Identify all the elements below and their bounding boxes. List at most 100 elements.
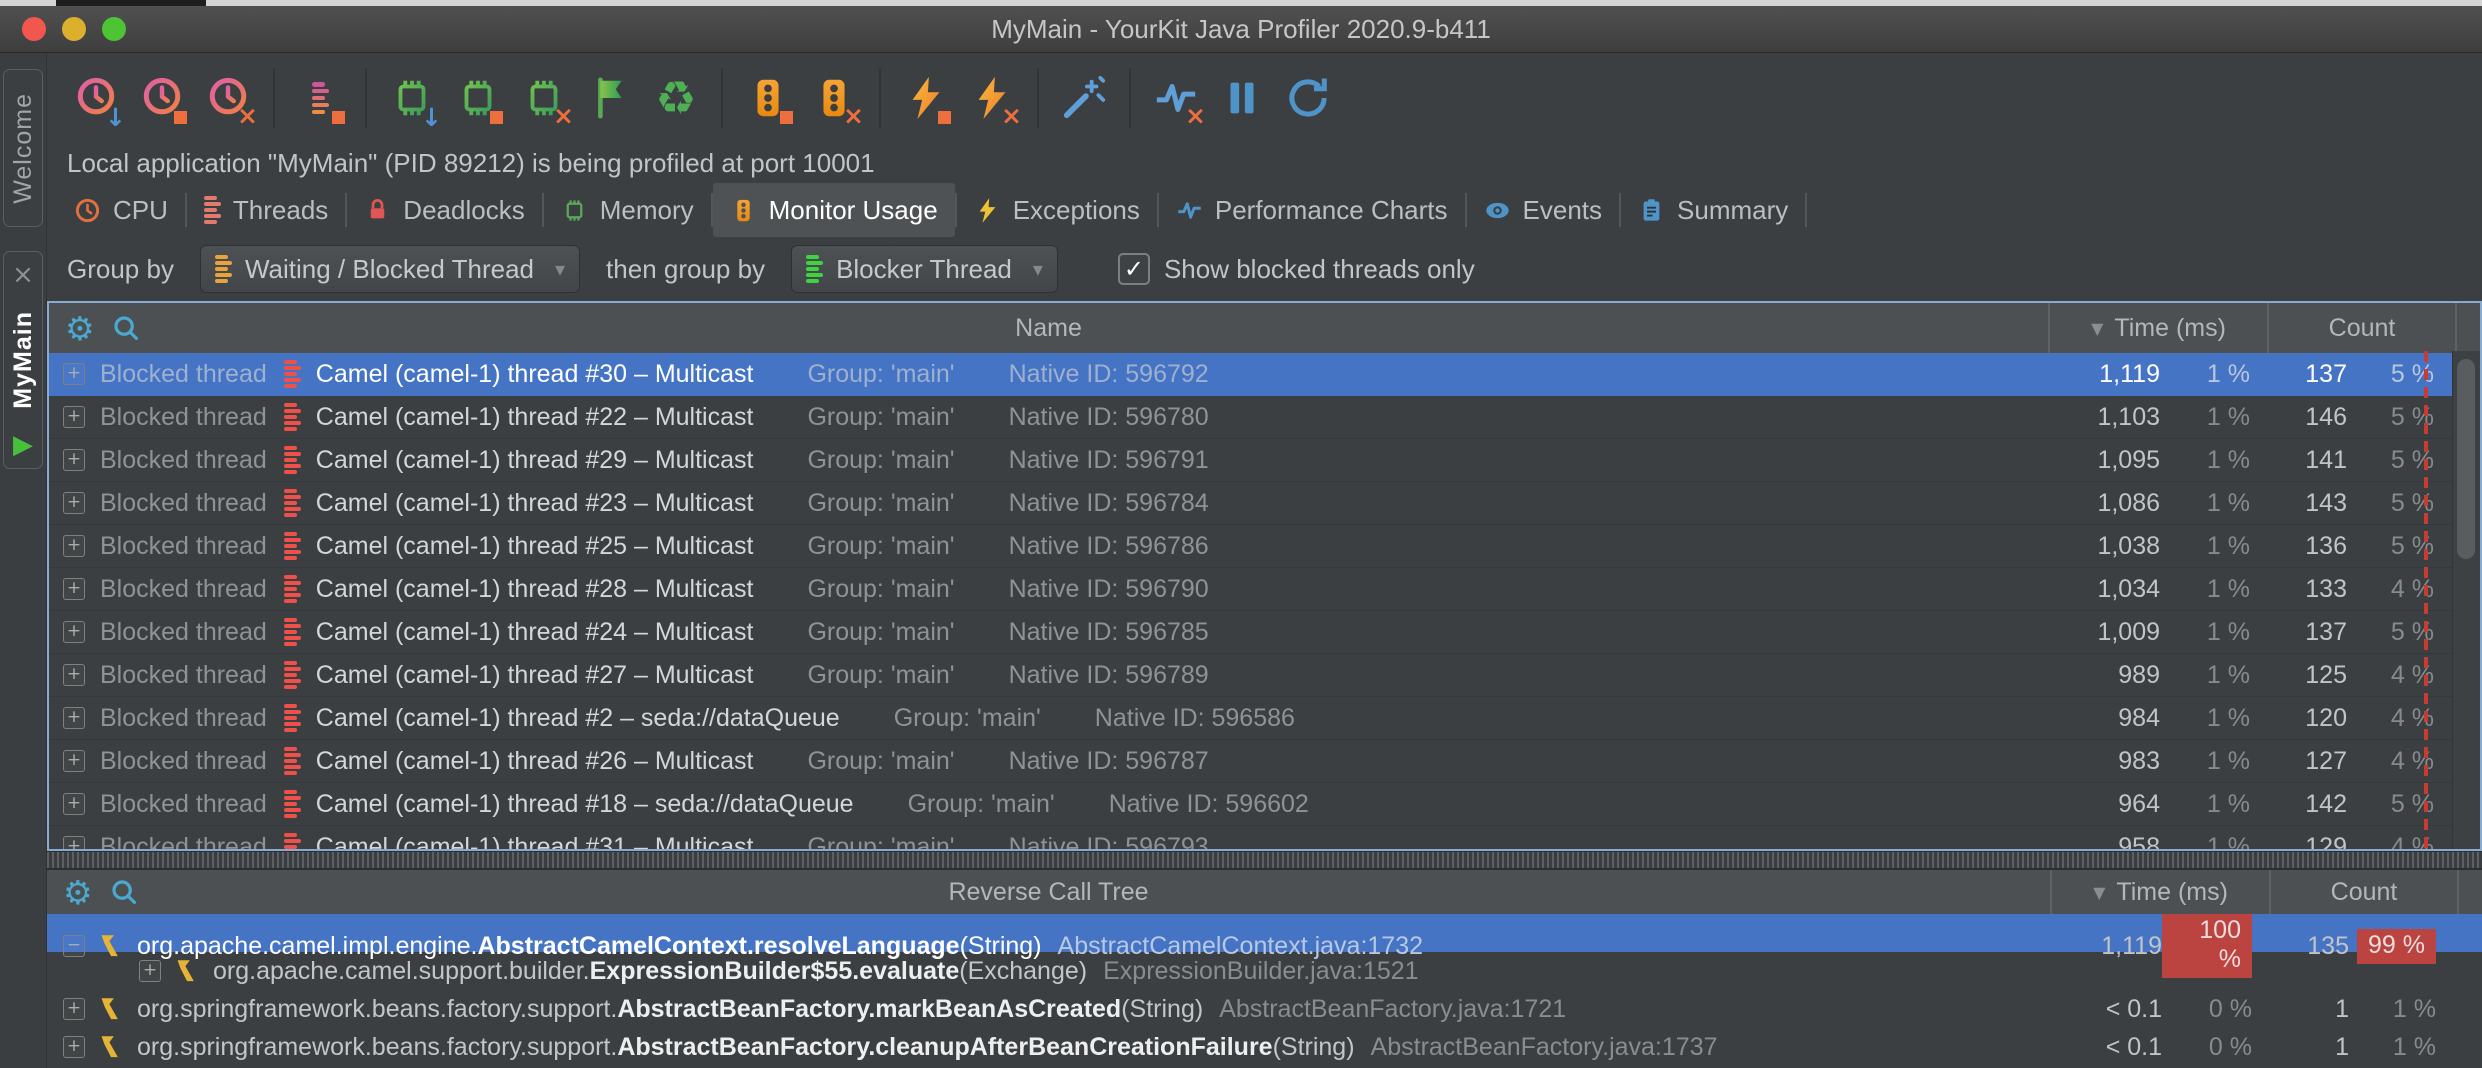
expand-icon[interactable]: + xyxy=(139,960,161,982)
expand-icon[interactable]: + xyxy=(63,836,85,851)
method-args: (String) xyxy=(1121,995,1203,1024)
expand-icon[interactable]: + xyxy=(63,578,85,600)
thread-stack-icon[interactable] xyxy=(291,66,349,130)
table-row[interactable]: + Blocked thread Camel (camel-1) thread … xyxy=(49,783,2480,826)
thread-stack-icon xyxy=(284,747,301,775)
expand-icon[interactable]: + xyxy=(63,707,85,729)
close-session-icon[interactable]: × xyxy=(12,262,34,288)
rail-tab-welcome[interactable]: Welcome xyxy=(3,69,43,227)
time-column-header[interactable]: ▼ Time (ms) xyxy=(2048,303,2267,353)
pause-icon[interactable] xyxy=(1213,66,1271,130)
tab-label: Exceptions xyxy=(1013,195,1140,226)
tab-label: Memory xyxy=(600,195,694,226)
table-row[interactable]: + Blocked thread Camel (camel-1) thread … xyxy=(49,568,2480,611)
count-value: 143 xyxy=(2266,489,2347,518)
table-row[interactable]: + Blocked thread Camel (camel-1) thread … xyxy=(49,525,2480,568)
call-tree-row[interactable]: + org.springframework.beans.factory.supp… xyxy=(47,990,2482,1028)
blocked-thread-label: Blocked thread xyxy=(100,446,267,475)
table-row[interactable]: + Blocked thread Camel (camel-1) thread … xyxy=(49,740,2480,783)
magic-wand-icon[interactable] xyxy=(1055,66,1113,130)
expand-icon[interactable]: + xyxy=(63,406,85,428)
tab-performance-charts[interactable]: Performance Charts xyxy=(1159,183,1465,237)
table-row[interactable]: + Blocked thread Camel (camel-1) thread … xyxy=(49,353,2480,396)
search-icon[interactable] xyxy=(109,877,139,907)
tab-cpu[interactable]: CPU xyxy=(57,183,185,237)
bolt-stop-icon[interactable] xyxy=(897,66,955,130)
count-column-header[interactable]: Count xyxy=(2269,870,2457,914)
clock-clear-icon[interactable] xyxy=(199,66,257,130)
gear-icon[interactable]: ⚙ xyxy=(65,312,95,345)
traffic-light-icon xyxy=(730,197,757,224)
chevron-down-icon: ▾ xyxy=(1033,257,1043,281)
expand-icon[interactable]: + xyxy=(63,363,85,385)
tab-label: Summary xyxy=(1677,195,1788,226)
vertical-scrollbar[interactable] xyxy=(2452,351,2480,849)
tab-summary[interactable]: Summary xyxy=(1621,183,1805,237)
tab-memory[interactable]: Memory xyxy=(544,183,711,237)
table-row[interactable]: + Blocked thread Camel (camel-1) thread … xyxy=(49,826,2480,851)
table-row[interactable]: + Blocked thread Camel (camel-1) thread … xyxy=(49,396,2480,439)
pulse-clear-icon[interactable] xyxy=(1147,66,1205,130)
name-header-label: Name xyxy=(1015,314,1082,343)
zoom-window-button[interactable] xyxy=(102,17,126,41)
expand-icon[interactable]: + xyxy=(63,793,85,815)
blocked-thread-label: Blocked thread xyxy=(100,833,267,852)
clock-capture-icon[interactable] xyxy=(67,66,125,130)
count-value: 125 xyxy=(2266,661,2347,690)
tab-monitor-usage[interactable]: Monitor Usage xyxy=(713,183,955,237)
call-tree-title-header[interactable]: ⚙ Reverse Call Tree xyxy=(47,870,2050,914)
close-window-button[interactable] xyxy=(22,17,46,41)
then-group-by-dropdown[interactable]: Blocker Thread ▾ xyxy=(791,245,1058,293)
time-column-header[interactable]: ▼ Time (ms) xyxy=(2050,870,2269,914)
thread-native-id: Native ID: 596786 xyxy=(1009,532,1209,561)
method-package: org.springframework.beans.factory.suppor… xyxy=(137,995,617,1024)
time-percent: 1 % xyxy=(2160,704,2266,733)
time-value: 1,103 xyxy=(2030,403,2160,432)
thread-group: Group: 'main' xyxy=(894,704,1041,733)
table-row[interactable]: + Blocked thread Camel (camel-1) thread … xyxy=(49,611,2480,654)
chip-stop-icon[interactable] xyxy=(449,66,507,130)
gear-icon[interactable]: ⚙ xyxy=(63,876,93,909)
expand-icon[interactable]: + xyxy=(63,621,85,643)
flag-icon[interactable] xyxy=(581,66,639,130)
time-percent: 1 % xyxy=(2160,790,2266,819)
time-value: 989 xyxy=(2030,661,2160,690)
eye-icon xyxy=(1484,197,1511,224)
traffic-light-stop-icon[interactable] xyxy=(739,66,797,130)
traffic-light-clear-icon[interactable] xyxy=(805,66,863,130)
search-icon[interactable] xyxy=(111,313,141,343)
bolt-clear-icon[interactable] xyxy=(963,66,1021,130)
minimize-window-button[interactable] xyxy=(62,17,86,41)
show-blocked-checkbox[interactable]: ✓ xyxy=(1118,253,1150,285)
expand-icon[interactable]: + xyxy=(63,449,85,471)
refresh-icon[interactable] xyxy=(1279,66,1337,130)
count-column-header[interactable]: Count xyxy=(2267,303,2455,353)
expand-icon[interactable]: + xyxy=(63,492,85,514)
table-row[interactable]: + Blocked thread Camel (camel-1) thread … xyxy=(49,654,2480,697)
blocked-thread-label: Blocked thread xyxy=(100,489,267,518)
table-row[interactable]: + Blocked thread Camel (camel-1) thread … xyxy=(49,439,2480,482)
group-by-dropdown[interactable]: Waiting / Blocked Thread ▾ xyxy=(200,245,580,293)
thread-group: Group: 'main' xyxy=(807,360,954,389)
expand-icon[interactable]: + xyxy=(63,998,85,1020)
call-tree-row[interactable]: + org.springframework.beans.factory.supp… xyxy=(47,1028,2482,1066)
scrollbar-thumb[interactable] xyxy=(2457,359,2475,559)
table-row[interactable]: + Blocked thread Camel (camel-1) thread … xyxy=(49,482,2480,525)
expand-icon[interactable]: + xyxy=(63,664,85,686)
rail-tab-mymain[interactable]: × MyMain ▶ xyxy=(3,251,43,469)
clock-stop-icon[interactable] xyxy=(133,66,191,130)
recycle-icon[interactable]: ♻ xyxy=(647,66,705,130)
tab-threads[interactable]: Threads xyxy=(187,183,345,237)
call-tree-row[interactable]: − org.apache.camel.impl.engine.AbstractC… xyxy=(47,914,2482,952)
tab-deadlocks[interactable]: Deadlocks xyxy=(347,183,541,237)
panel-splitter[interactable] xyxy=(47,851,2482,869)
tab-events[interactable]: Events xyxy=(1467,183,1620,237)
name-column-header[interactable]: ⚙ Name xyxy=(49,303,2048,353)
chip-capture-icon[interactable] xyxy=(383,66,441,130)
chip-clear-icon[interactable] xyxy=(515,66,573,130)
expand-icon[interactable]: + xyxy=(63,1036,85,1058)
tab-exceptions[interactable]: Exceptions xyxy=(957,183,1157,237)
expand-icon[interactable]: + xyxy=(63,535,85,557)
table-row[interactable]: + Blocked thread Camel (camel-1) thread … xyxy=(49,697,2480,740)
expand-icon[interactable]: + xyxy=(63,750,85,772)
